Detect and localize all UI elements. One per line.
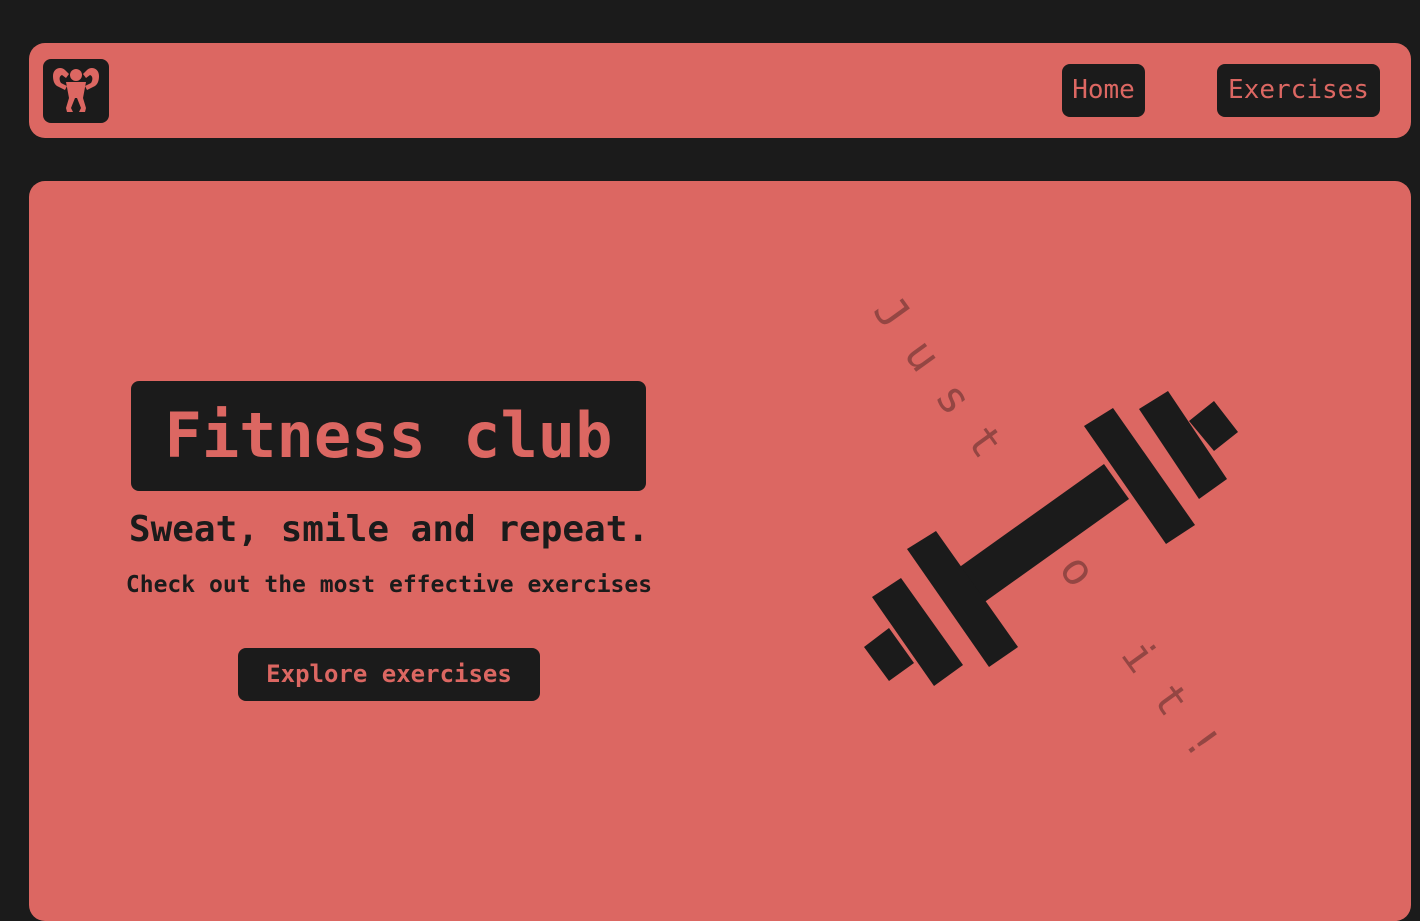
slogan-char: d xyxy=(1017,502,1075,554)
hero-section: Just do i t! Fitness club Sweat, smile an… xyxy=(29,181,1411,921)
nav-exercises-button[interactable]: Exercises xyxy=(1217,64,1380,117)
slogan-char: i xyxy=(1110,631,1168,683)
slogan-char: t xyxy=(1141,674,1199,726)
bodybuilder-icon xyxy=(53,68,99,112)
slogan-char: t xyxy=(955,416,1013,468)
hero-tagline: Check out the most effective exercises xyxy=(125,572,653,598)
slogan-char: J xyxy=(862,287,920,339)
slogan-char xyxy=(1079,587,1137,641)
top-navbar: Home Exercises xyxy=(29,43,1411,138)
slogan-char: ! xyxy=(1172,717,1230,769)
hero-title: Fitness club xyxy=(131,381,646,491)
hero-subtitle: Sweat, smile and repeat. xyxy=(128,509,650,550)
logo[interactable] xyxy=(43,59,109,123)
explore-exercises-button[interactable]: Explore exercises xyxy=(238,648,540,701)
slogan-char: o xyxy=(1048,545,1106,597)
slogan-char xyxy=(986,458,1044,512)
slogan-char: s xyxy=(924,373,982,425)
slogan-char: u xyxy=(893,330,951,382)
nav-home-button[interactable]: Home xyxy=(1062,64,1145,117)
